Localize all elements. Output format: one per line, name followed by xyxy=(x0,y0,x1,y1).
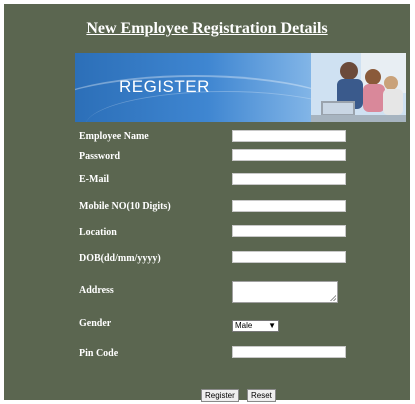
password-input[interactable] xyxy=(232,149,346,161)
pin-code-label: Pin Code xyxy=(79,348,119,359)
banner-title: REGISTER xyxy=(119,77,210,96)
register-button[interactable]: Register xyxy=(201,389,239,402)
gender-select[interactable]: Male ▼ xyxy=(232,320,279,332)
address-textarea[interactable] xyxy=(232,281,338,303)
gender-label: Gender xyxy=(79,318,112,329)
location-label: Location xyxy=(79,227,117,238)
mobile-number-label: Mobile NO(10 Digits) xyxy=(79,201,171,212)
mobile-number-input[interactable] xyxy=(232,200,346,212)
employee-name-input[interactable] xyxy=(232,130,346,142)
email-input[interactable] xyxy=(232,173,346,185)
register-banner: REGISTER xyxy=(75,53,406,122)
family-at-computer-photo xyxy=(311,53,406,122)
address-label: Address xyxy=(79,285,114,296)
gender-selected-value: Male xyxy=(235,321,253,330)
dob-input[interactable] xyxy=(232,251,346,263)
chevron-down-icon: ▼ xyxy=(268,321,276,330)
employee-name-label: Employee Name xyxy=(79,131,149,142)
password-label: Password xyxy=(79,151,121,162)
location-input[interactable] xyxy=(232,225,346,237)
email-label: E-Mail xyxy=(79,174,109,185)
dob-label: DOB(dd/mm/yyyy) xyxy=(79,253,161,264)
reset-button[interactable]: Reset xyxy=(247,389,276,402)
page-title: New Employee Registration Details xyxy=(86,20,328,37)
registration-panel: New Employee Registration Details REGIST… xyxy=(4,4,410,402)
pin-code-input[interactable] xyxy=(232,346,346,358)
resize-grip-icon[interactable] xyxy=(330,295,336,301)
